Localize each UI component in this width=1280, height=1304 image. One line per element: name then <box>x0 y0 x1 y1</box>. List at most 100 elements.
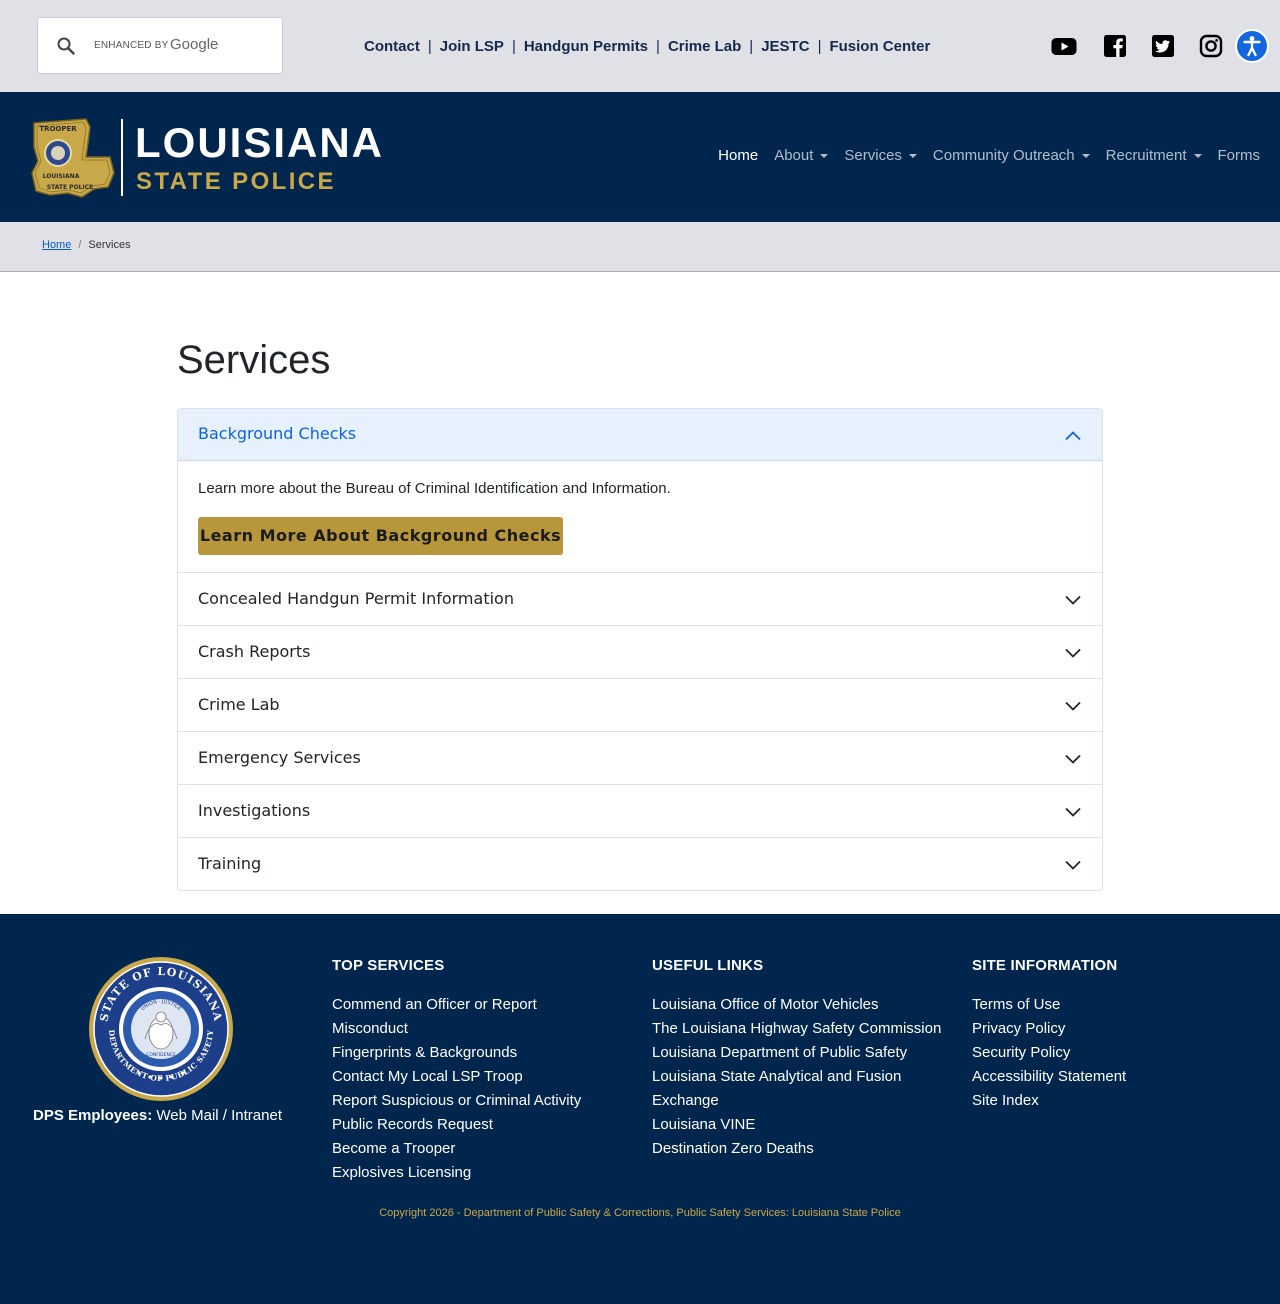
search-input[interactable]: ENHANCED BY Google <box>37 17 283 74</box>
nav-item-forms[interactable]: Forms <box>1218 147 1261 164</box>
footer-link[interactable]: Become a Trooper <box>332 1137 581 1161</box>
util-link-contact[interactable]: Contact <box>364 38 420 55</box>
accordion-body-background-checks: Learn more about the Bureau of Criminal … <box>178 461 1102 572</box>
util-link-fusion-center[interactable]: Fusion Center <box>829 38 930 55</box>
accordion-label: Background Checks <box>198 424 357 443</box>
dps-label: DPS Employees: <box>33 1107 153 1124</box>
footer-heading: USEFUL LINKS <box>652 957 764 974</box>
utility-bar: ENHANCED BY Google Contact | Join LSP | … <box>0 0 1280 92</box>
chevron-up-icon <box>1065 431 1081 441</box>
footer-link[interactable]: Accessibility Statement <box>972 1065 1126 1089</box>
footer-link[interactable]: Report Suspicious or Criminal Activity <box>332 1089 581 1113</box>
accordion-header-crime-lab[interactable]: Crime Lab <box>178 678 1102 731</box>
footer-link[interactable]: Misconduct <box>332 1017 581 1041</box>
state-police-badge-logo[interactable]: TROOPER LOUISIANA STATE POLICE <box>28 117 116 199</box>
footer-heading: SITE INFORMATION <box>972 957 1118 974</box>
caret-down-icon <box>908 154 917 158</box>
learn-more-background-checks-button[interactable]: Learn More About Background Checks <box>198 517 563 555</box>
nav-item-community-outreach[interactable]: Community Outreach <box>933 147 1090 164</box>
chevron-down-icon <box>1065 595 1081 605</box>
seal-inner-bottom-text: CONFIDENCE <box>146 1052 176 1058</box>
nav-item-home[interactable]: Home <box>718 147 758 164</box>
accessibility-icon <box>1243 36 1261 57</box>
breadcrumb: Home / Services <box>0 222 1280 272</box>
footer-link[interactable]: Privacy Policy <box>972 1017 1126 1041</box>
search-enhanced-label: ENHANCED BY <box>94 40 169 51</box>
accordion-header-investigations[interactable]: Investigations <box>178 784 1102 837</box>
footer-link[interactable]: Commend an Officer or Report <box>332 993 581 1017</box>
footer-link[interactable]: Terms of Use <box>972 993 1126 1017</box>
footer-link[interactable]: Security Policy <box>972 1041 1126 1065</box>
breadcrumb-home-link[interactable]: Home <box>42 239 71 251</box>
caret-down-icon <box>1193 154 1202 158</box>
logo-title[interactable]: LOUISIANA <box>135 120 384 166</box>
util-separator: | <box>511 37 516 55</box>
accordion-header-background-checks[interactable]: Background Checks <box>178 409 1102 461</box>
footer-link[interactable]: Fingerprints & Backgrounds <box>332 1041 581 1065</box>
dps-links[interactable]: Web Mail / Intranet <box>156 1107 282 1124</box>
accordion-header-training[interactable]: Training <box>178 837 1102 890</box>
nav-label: Recruitment <box>1105 147 1187 164</box>
breadcrumb-separator: / <box>78 239 82 251</box>
instagram-icon[interactable] <box>1198 33 1224 59</box>
background-checks-description: Learn more about the Bureau of Criminal … <box>198 480 671 497</box>
nav-item-about[interactable]: About <box>774 147 829 164</box>
chevron-down-icon <box>1065 860 1081 870</box>
footer-link[interactable]: Louisiana Department of Public Safety <box>652 1041 941 1065</box>
util-separator: | <box>427 37 432 55</box>
footer-link[interactable]: Explosives Licensing <box>332 1161 581 1185</box>
footer-link[interactable]: The Louisiana Highway Safety Commission <box>652 1017 941 1041</box>
logo-subtitle[interactable]: STATE POLICE <box>136 168 336 196</box>
footer-link[interactable]: Site Index <box>972 1089 1126 1113</box>
accordion-header-crash-reports[interactable]: Crash Reports <box>178 625 1102 678</box>
caret-down-icon <box>820 154 829 158</box>
main-nav: Home About Services Community Outreach R… <box>702 147 1260 164</box>
accordion-label: Emergency Services <box>198 748 361 767</box>
youtube-icon[interactable] <box>1051 33 1077 59</box>
nav-label: Community Outreach <box>932 147 1075 164</box>
nav-label: About <box>774 147 814 164</box>
footer-link[interactable]: Louisiana VINE <box>652 1113 941 1137</box>
site-header: TROOPER LOUISIANA STATE POLICE LOUISIANA… <box>0 92 1280 222</box>
util-link-jestc[interactable]: JESTC <box>761 38 809 55</box>
footer-link[interactable]: Louisiana State Analytical and Fusion <box>652 1065 941 1089</box>
search-google-label: Google <box>170 36 219 53</box>
util-separator: | <box>749 37 754 55</box>
util-link-join-lsp[interactable]: Join LSP <box>440 38 504 55</box>
nav-item-recruitment[interactable]: Recruitment <box>1106 147 1202 164</box>
nav-label: Home <box>718 147 759 164</box>
util-link-crime-lab[interactable]: Crime Lab <box>668 38 741 55</box>
accessibility-button[interactable] <box>1235 29 1269 63</box>
footer-col-site-information: SITE INFORMATION Terms of Use Privacy Po… <box>972 957 1126 1113</box>
accordion-header-concealed-handgun[interactable]: Concealed Handgun Permit Information <box>178 572 1102 625</box>
nav-item-services[interactable]: Services <box>844 147 917 164</box>
accordion-label: Training <box>198 854 262 873</box>
logo-divider <box>121 119 123 196</box>
footer-link[interactable]: Destination Zero Deaths <box>652 1137 941 1161</box>
twitter-icon[interactable] <box>1150 33 1176 59</box>
badge-text-bottom: STATE POLICE <box>47 184 93 191</box>
utility-links: Contact | Join LSP | Handgun Permits | C… <box>364 36 930 56</box>
footer-heading: TOP SERVICES <box>332 957 445 974</box>
accordion-label: Crime Lab <box>198 695 280 714</box>
chevron-down-icon <box>1065 754 1081 764</box>
footer-col-useful-links: USEFUL LINKS Louisiana Office of Motor V… <box>652 957 941 1161</box>
dps-employees: DPS Employees: Web Mail / Intranet <box>33 1107 282 1124</box>
accordion-header-emergency-services[interactable]: Emergency Services <box>178 731 1102 784</box>
facebook-icon[interactable] <box>1102 33 1128 59</box>
search-icon <box>57 37 75 55</box>
breadcrumb-current: Services <box>88 239 131 251</box>
footer-link[interactable]: Contact My Local LSP Troop <box>332 1065 581 1089</box>
footer-link[interactable]: Exchange <box>652 1089 941 1113</box>
footer-col-top-services: TOP SERVICES Commend an Officer or Repor… <box>332 957 581 1185</box>
copyright: Copyright 2026 - Department of Public Sa… <box>379 1207 901 1219</box>
chevron-down-icon <box>1065 701 1081 711</box>
footer-link[interactable]: Public Records Request <box>332 1113 581 1137</box>
footer-link[interactable]: Louisiana Office of Motor Vehicles <box>652 993 941 1017</box>
caret-down-icon <box>1081 154 1090 158</box>
dps-seal-logo: STATE OF LOUISIANA DEPARTMENT OF PUBLIC … <box>89 957 233 1101</box>
nav-label: Forms <box>1217 147 1261 164</box>
accordion-label: Investigations <box>198 801 311 820</box>
util-link-handgun-permits[interactable]: Handgun Permits <box>524 38 648 55</box>
accordion-label: Crash Reports <box>198 642 311 661</box>
